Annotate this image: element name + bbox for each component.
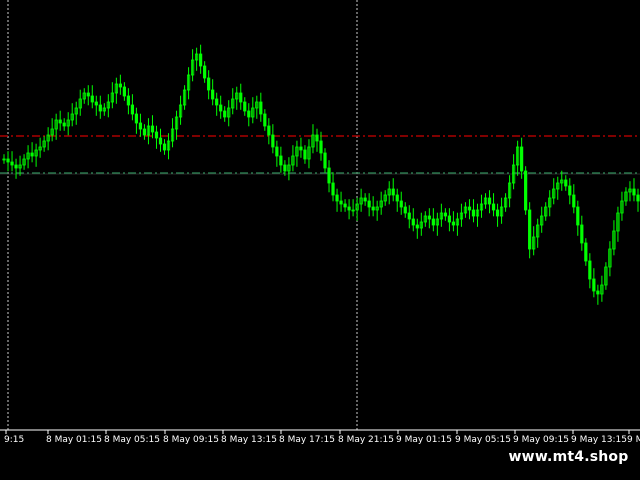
candle-body (415, 224, 419, 229)
candle-body (14, 164, 18, 169)
candle-body (158, 137, 163, 145)
candle-body (126, 95, 130, 106)
candle-body (283, 164, 287, 172)
candle-body (150, 125, 155, 133)
candle-body (335, 194, 339, 202)
candle-body (395, 194, 399, 202)
candle-body (391, 188, 395, 196)
candle-body (363, 197, 367, 202)
candle-body (223, 110, 227, 118)
price-chart[interactable]: 9:15 8 May 01:15 8 May 05:15 8 May 09:15 8 M… (0, 0, 640, 480)
candle-body (319, 140, 323, 154)
axis-tick-label: 8 May 21:15 (338, 435, 394, 445)
candle-body (90, 95, 94, 103)
candle-body (371, 206, 375, 211)
axis-tick-label: 8 May 09:15 (163, 435, 219, 445)
candle-body (592, 278, 596, 292)
axis-tick-label: 8 May 13:15 (221, 435, 277, 445)
candle-body (94, 101, 98, 106)
candle-body (275, 146, 279, 157)
candle-body (407, 212, 411, 220)
candlestick-chart-canvas[interactable]: 9:15 8 May 01:15 8 May 05:15 8 May 09:15 8 M… (0, 0, 640, 480)
candle-body (403, 206, 407, 214)
reference-lines (0, 0, 640, 430)
candle-body (524, 170, 528, 211)
candle-body (279, 155, 283, 166)
candle-body (239, 92, 243, 103)
candle-body (10, 161, 14, 166)
candle-body (447, 215, 452, 223)
candle-body (520, 146, 524, 172)
candle-body (118, 83, 122, 88)
candle-body (134, 113, 139, 124)
candle-body (30, 152, 34, 157)
candle-body (339, 200, 343, 205)
candle-body (215, 98, 219, 106)
candle-body (211, 89, 215, 100)
candle-body (162, 143, 167, 151)
candle-body (219, 104, 223, 112)
candle-body (467, 206, 472, 211)
candle-body (142, 128, 147, 136)
axis-tick-label: 8 May 01:15 (46, 435, 102, 445)
candle-body (327, 167, 331, 184)
candle-body (528, 209, 532, 250)
axis-tick-label: 9:15 (4, 435, 24, 445)
candle-body (576, 206, 580, 226)
axis-tick-label: 9 May 01:15 (396, 435, 452, 445)
candle-body (427, 215, 431, 220)
candle-body (564, 179, 568, 187)
candle-body (271, 134, 275, 148)
time-axis: 9:15 8 May 01:15 8 May 05:15 8 May 09:15 8 M… (0, 429, 640, 445)
candle-body (331, 182, 335, 196)
candle-body (443, 212, 447, 217)
candle-body (138, 122, 143, 130)
candle-body (399, 200, 403, 208)
candle-body (86, 92, 90, 97)
candle-body (98, 104, 102, 112)
candle-body (267, 125, 271, 136)
candle-body (62, 122, 66, 127)
candle-body (636, 194, 640, 202)
candle-body (347, 206, 351, 211)
candle-body (243, 101, 247, 112)
candle-body (487, 197, 492, 205)
candle-body (568, 185, 572, 196)
candle-body (580, 224, 584, 244)
candle-body (247, 110, 251, 118)
candle-body (584, 242, 588, 262)
candle-body (411, 218, 415, 226)
candle-body (203, 65, 207, 79)
candle-body (632, 188, 636, 196)
candle-body (491, 203, 496, 211)
candles-layer (2, 44, 640, 305)
candle-body (259, 101, 263, 115)
candle-body (6, 158, 10, 163)
candle-body (130, 104, 135, 115)
candle-body (431, 218, 435, 226)
candle-body (199, 53, 203, 67)
candle-body (263, 113, 267, 127)
candle-body (367, 200, 371, 208)
candle-body (58, 119, 62, 124)
watermark-logo: www.mt4.shop (497, 444, 640, 470)
candle-body (343, 203, 347, 208)
candle-body (451, 221, 456, 226)
candle-body (315, 134, 319, 142)
candle-body (122, 86, 126, 97)
axis-tick-label: 8 May 17:15 (279, 435, 335, 445)
candle-body (154, 131, 159, 139)
candle-body (303, 149, 307, 160)
candle-body (471, 209, 476, 217)
candle-body (596, 290, 600, 295)
candle-body (299, 146, 303, 151)
candle-body (588, 260, 592, 280)
candle-body (572, 194, 576, 208)
candle-body (323, 152, 327, 169)
candle-body (495, 209, 500, 217)
candle-body (207, 77, 211, 91)
axis-tick-label: 8 May 05:15 (104, 435, 160, 445)
